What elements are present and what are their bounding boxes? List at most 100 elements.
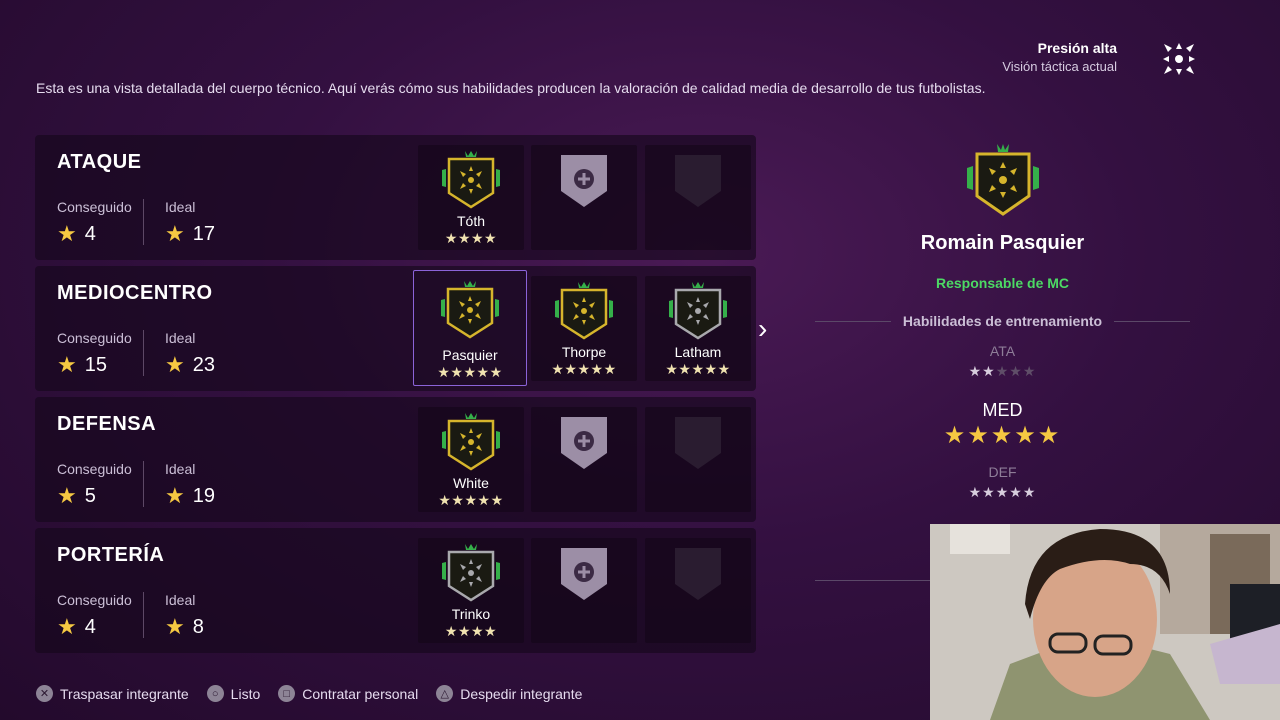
coach-slot[interactable]: Latham ★★★★★ xyxy=(645,276,751,381)
star-icon: ★ xyxy=(57,352,77,377)
button-prompt-label: Traspasar integrante xyxy=(60,685,189,702)
star-icon: ★ xyxy=(1022,363,1037,379)
divider xyxy=(143,461,144,507)
skill-label: MED xyxy=(982,400,1023,420)
star-icon: ★ xyxy=(57,483,77,508)
tactic-info: Presión alta Visión táctica actual xyxy=(1002,40,1117,74)
tactic-subtitle: Visión táctica actual xyxy=(1002,59,1117,74)
button-prompt[interactable]: ○ Listo xyxy=(206,685,260,702)
star-icon: ★ xyxy=(995,484,1010,500)
locked-slot xyxy=(645,538,751,643)
ideal-value: ★ 17 xyxy=(165,221,215,246)
add-coach-slot[interactable] xyxy=(531,407,637,512)
webcam-overlay xyxy=(930,524,1280,720)
achieved-label: Conseguido xyxy=(57,330,132,346)
button-prompt[interactable]: □ Contratar personal xyxy=(278,685,418,702)
skill-label: ATA xyxy=(989,343,1016,359)
star-icon: ★ xyxy=(1022,484,1037,500)
square-button-icon: □ xyxy=(278,685,296,702)
divider xyxy=(143,199,144,245)
chevron-right-icon[interactable]: › xyxy=(758,313,767,345)
section-title: ATAQUE xyxy=(57,151,142,173)
button-prompts: ✕ Traspasar integrante ○ Listo □ Contratar pe… xyxy=(36,685,582,702)
ideal-label: Ideal xyxy=(165,461,196,477)
coach-slot[interactable]: Thorpe ★★★★★ xyxy=(531,276,637,381)
coach-badge-icon xyxy=(442,544,500,602)
achieved-label: Conseguido xyxy=(57,461,132,477)
divider xyxy=(143,592,144,638)
coach-badge-icon xyxy=(442,413,500,471)
button-prompt-label: Contratar personal xyxy=(302,685,419,702)
coach-slot-name: Thorpe xyxy=(561,344,607,360)
tactic-formation-icon xyxy=(1163,43,1195,75)
button-prompt-label: Despedir integrante xyxy=(460,685,583,702)
divider xyxy=(815,580,935,581)
star-icon: ★ xyxy=(982,363,996,379)
star-icon: ★ xyxy=(982,484,996,500)
star-icon: ★ xyxy=(1009,363,1023,379)
add-coach-icon xyxy=(561,548,607,600)
star-icon: ★ xyxy=(165,221,185,246)
add-coach-icon xyxy=(561,417,607,469)
add-coach-slot[interactable] xyxy=(531,538,637,643)
triangle-button-icon: △ xyxy=(436,685,454,702)
coach-name: Romain Pasquier xyxy=(920,232,1085,254)
star-icon: ★ xyxy=(1037,422,1062,449)
star-icon: ★ xyxy=(967,422,991,449)
button-prompt[interactable]: △ Despedir integrante xyxy=(436,685,582,702)
tactic-title: Presión alta xyxy=(1037,40,1117,56)
star-icon: ★ xyxy=(995,363,1010,379)
section-title: MEDIOCENTRO xyxy=(57,282,213,304)
coach-slot[interactable]: Pasquier ★★★★★ xyxy=(413,270,527,386)
coach-detail-panel: Romain Pasquier Responsable de MC Habili… xyxy=(815,140,1191,501)
star-icon: ★ xyxy=(165,352,185,377)
coach-slot-name: Tóth xyxy=(456,213,485,229)
coach-slot-stars: ★★★★★ xyxy=(665,361,731,377)
skill-stars: ★★★★★ xyxy=(815,363,1190,380)
star-icon: ★ xyxy=(968,363,983,379)
section-title: PORTERÍA xyxy=(57,544,165,566)
coach-badge-icon xyxy=(442,151,500,209)
star-icon: ★ xyxy=(57,221,77,246)
star-icon: ★ xyxy=(943,422,968,449)
locked-slot xyxy=(645,407,751,512)
ideal-value: ★ 8 xyxy=(165,614,204,639)
cross-button-icon: ✕ xyxy=(36,685,53,702)
locked-slot xyxy=(645,145,751,250)
divider xyxy=(143,330,144,376)
star-icon: ★ xyxy=(1014,422,1038,449)
add-coach-icon xyxy=(561,155,607,207)
star-icon: ★ xyxy=(968,484,983,500)
button-prompt[interactable]: ✕ Traspasar integrante xyxy=(36,685,189,702)
add-coach-slot[interactable] xyxy=(531,145,637,250)
ideal-label: Ideal xyxy=(165,199,196,215)
staff-section: MEDIOCENTRO Conseguido ★ 15 Ideal ★ 23 Pas… xyxy=(35,266,756,391)
coach-slot-stars: ★★★★★ xyxy=(437,364,503,380)
star-icon: ★ xyxy=(57,614,77,639)
coach-slot-name: Pasquier xyxy=(442,347,498,363)
coach-role: Responsable de MC xyxy=(935,275,1070,291)
achieved-value: ★ 4 xyxy=(57,221,96,246)
coach-slot-name: White xyxy=(453,475,489,491)
ideal-label: Ideal xyxy=(165,592,196,608)
intro-text: Esta es una vista detallada del cuerpo t… xyxy=(36,80,986,96)
coach-slot[interactable]: White ★★★★★ xyxy=(418,407,524,512)
locked-slot-icon xyxy=(675,155,721,207)
staff-section: ATAQUE Conseguido ★ 4 Ideal ★ 17 Tóth ★★★★ xyxy=(35,135,756,260)
skills-heading: Habilidades de entrenamiento xyxy=(815,313,1191,329)
coach-slot-stars: ★★★★ xyxy=(444,230,498,246)
coach-slot[interactable]: Trinko ★★★★ xyxy=(418,538,524,643)
skills-heading-label: Habilidades de entrenamiento xyxy=(902,313,1103,329)
achieved-label: Conseguido xyxy=(57,592,132,608)
coach-badge-icon xyxy=(555,282,613,340)
section-title: DEFENSA xyxy=(57,413,157,435)
ideal-label: Ideal xyxy=(165,330,196,346)
coach-badge-icon xyxy=(966,144,1039,216)
coach-slot-stars: ★★★★★ xyxy=(438,492,504,508)
staff-section: PORTERÍA Conseguido ★ 4 Ideal ★ 8 Trinko ★… xyxy=(35,528,756,653)
coach-badge-icon xyxy=(441,281,499,339)
star-icon: ★ xyxy=(165,614,185,639)
coach-slot-name: Latham xyxy=(674,344,722,360)
staff-section: DEFENSA Conseguido ★ 5 Ideal ★ 19 White ★★… xyxy=(35,397,756,522)
coach-slot[interactable]: Tóth ★★★★ xyxy=(418,145,524,250)
